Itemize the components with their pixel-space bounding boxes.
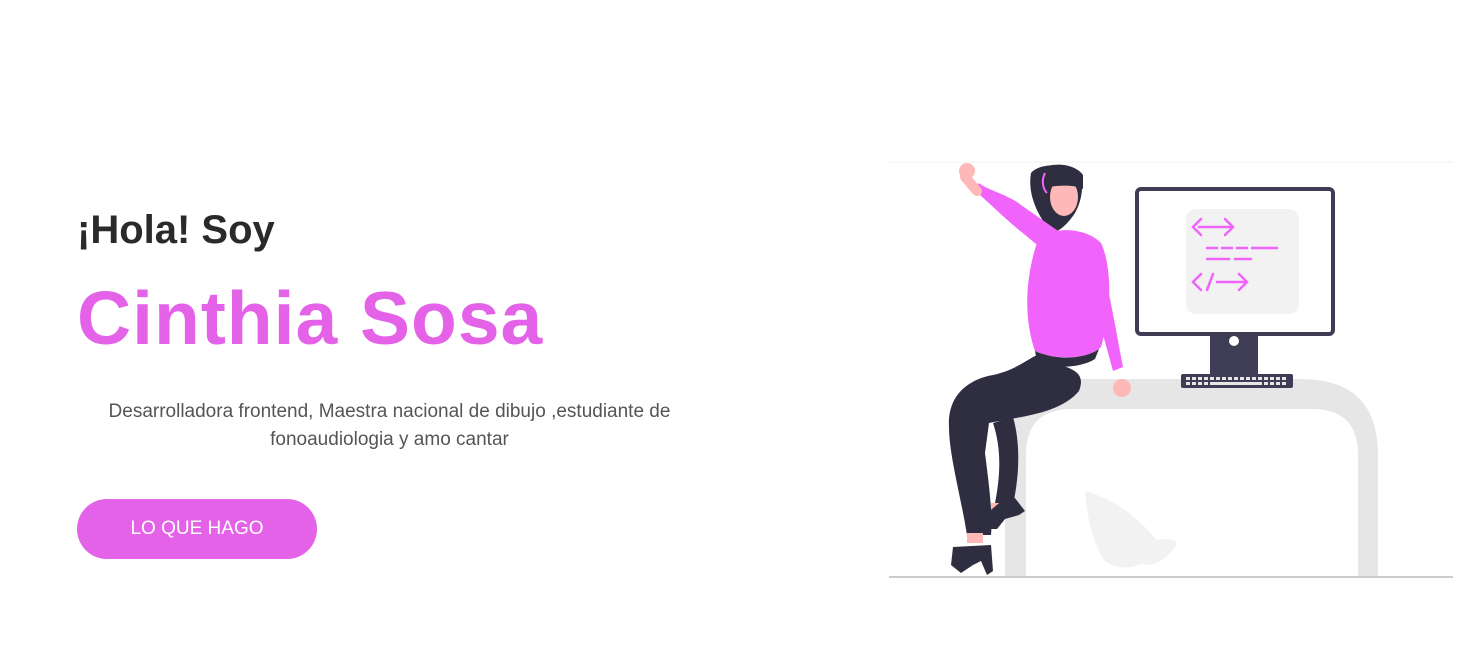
desk-icon	[1005, 379, 1378, 577]
hero-section: ¡Hola! Soy Cinthia Sosa Desarrolladora f…	[0, 0, 1481, 663]
developer-illustration	[889, 161, 1453, 578]
hero-description: Desarrolladora frontend, Maestra naciona…	[108, 401, 671, 450]
what-i-do-button[interactable]: LO QUE HAGO	[77, 499, 317, 559]
name-heading: Cinthia Sosa	[77, 276, 544, 360]
plant-leaf-icon	[1085, 491, 1177, 568]
keyboard-icon	[1181, 374, 1293, 388]
hero-text: ¡Hola! Soy Cinthia Sosa Desarrolladora f…	[77, 196, 702, 454]
greeting-heading: ¡Hola! Soy	[77, 208, 275, 252]
